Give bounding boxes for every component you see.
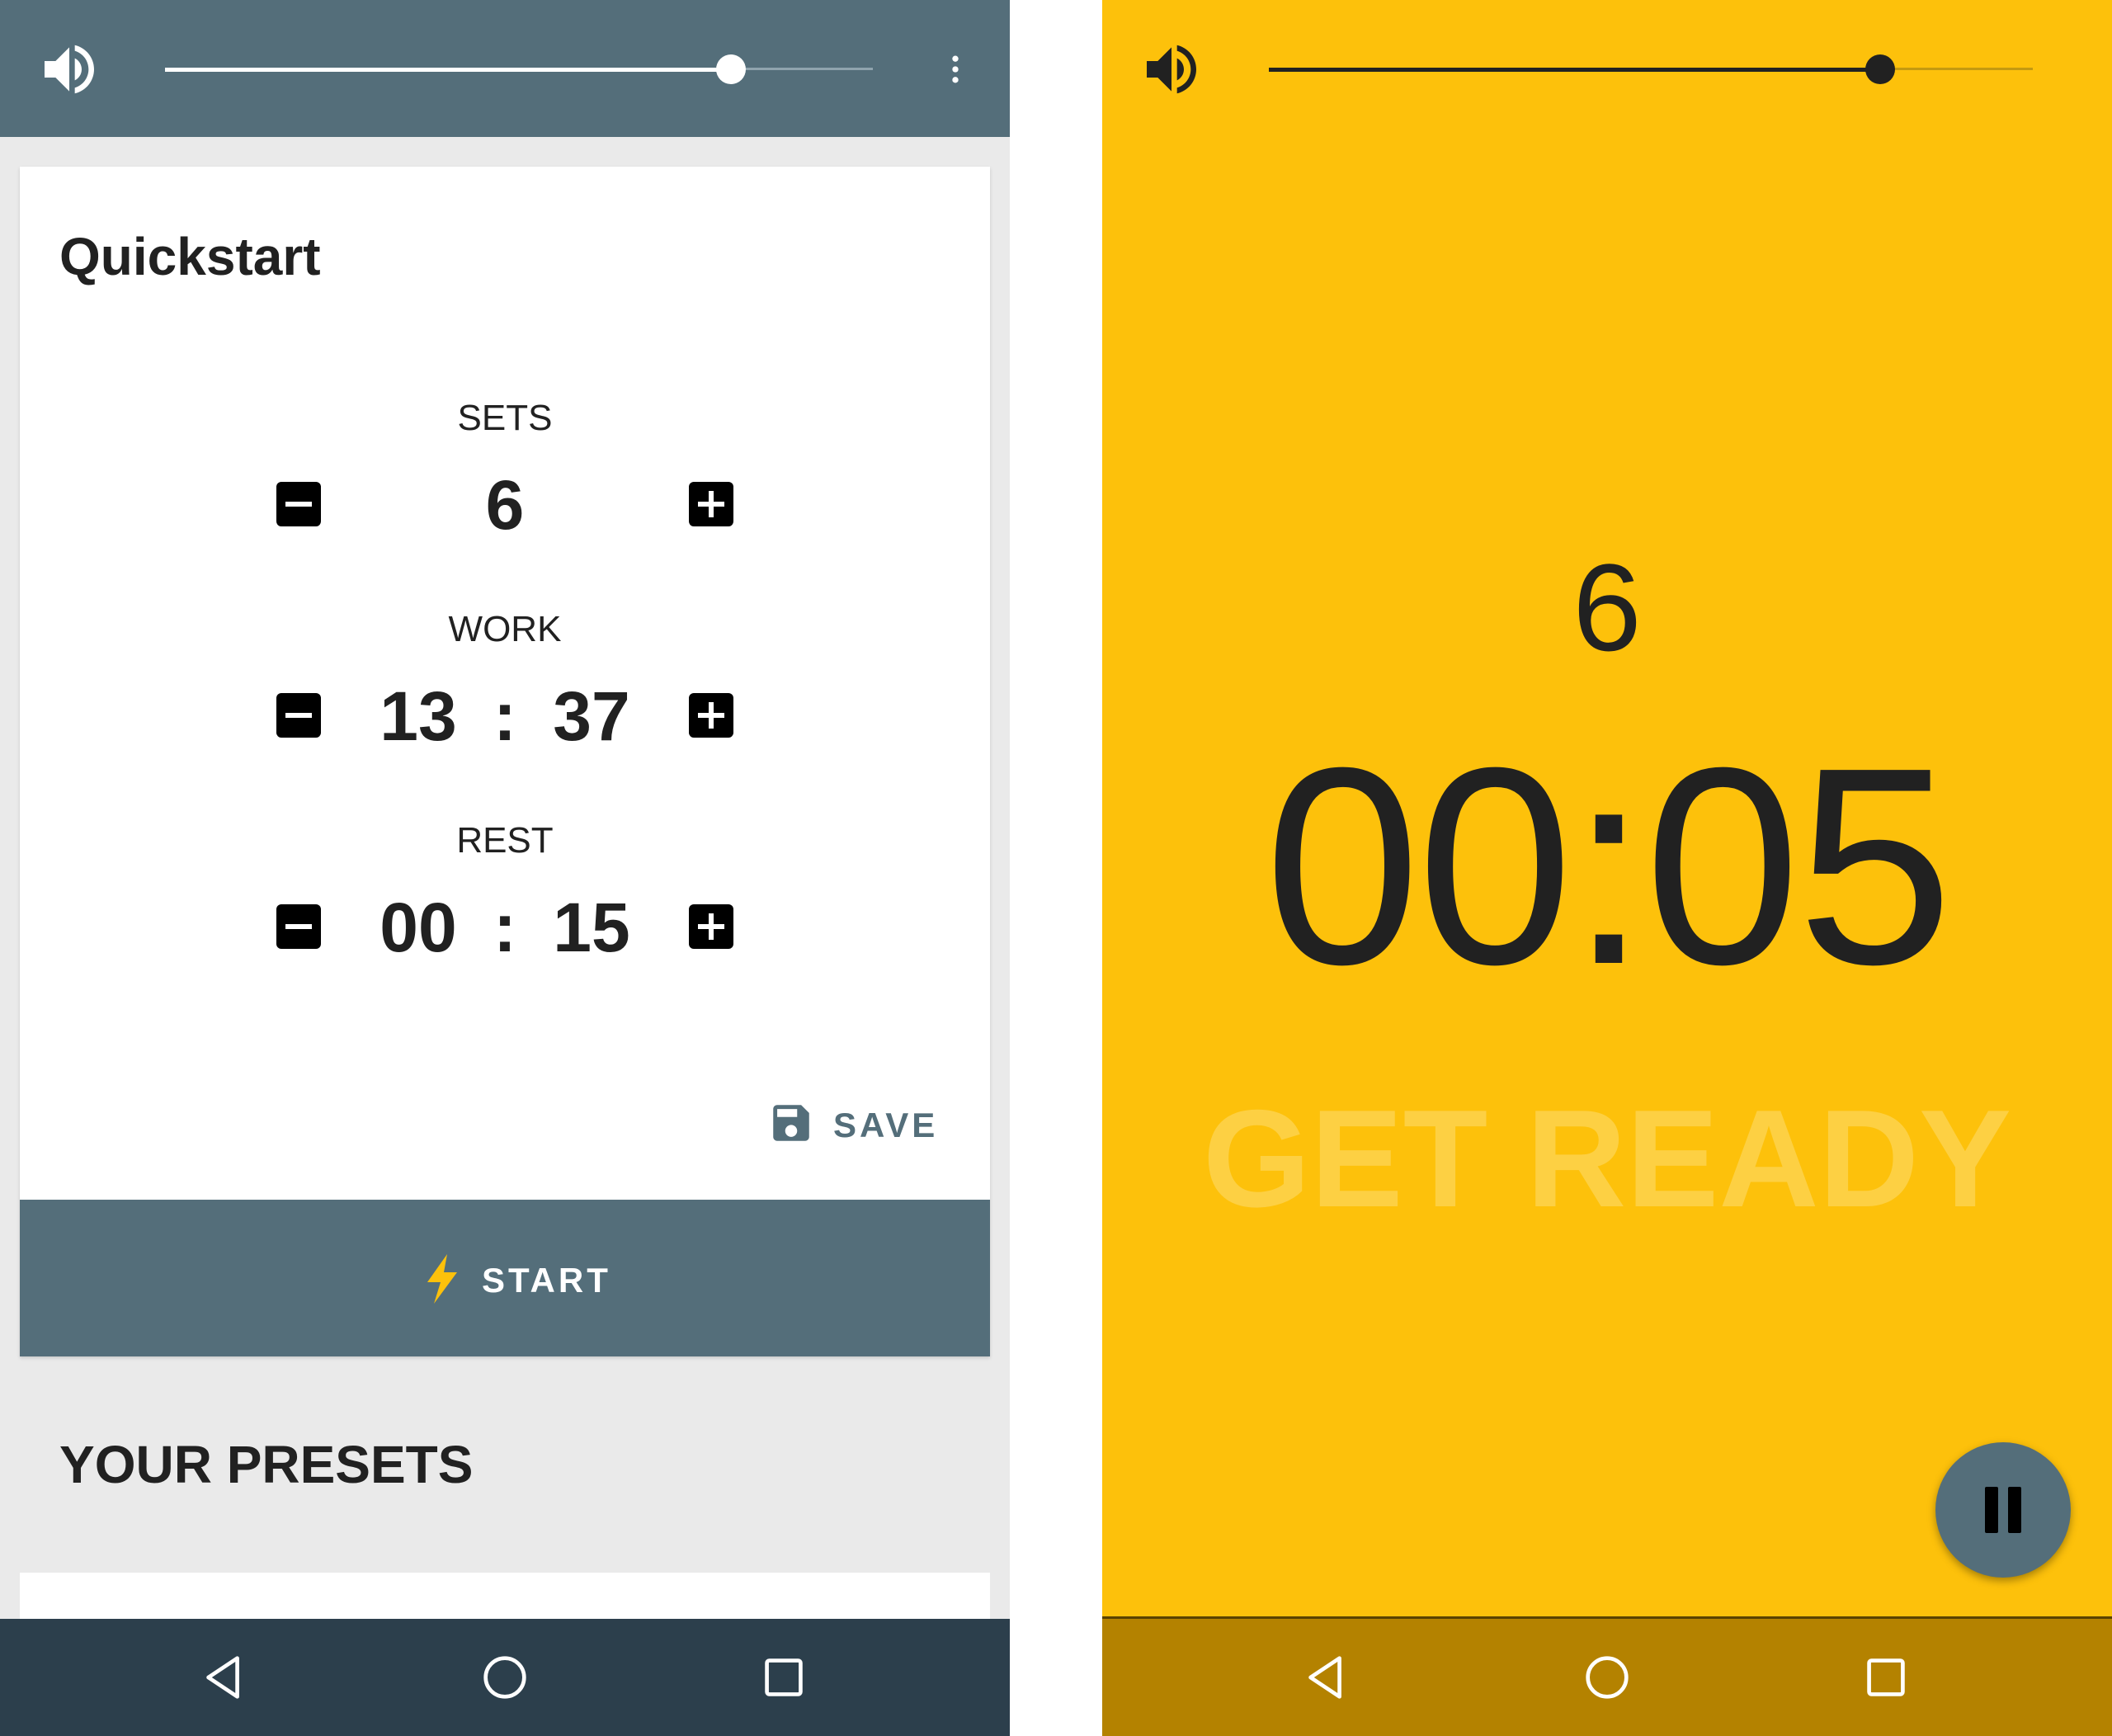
sets-value: 6 bbox=[485, 466, 525, 544]
sets-label: SETS bbox=[457, 398, 553, 438]
system-nav-bar bbox=[1102, 1616, 2112, 1736]
sets-increment-button[interactable] bbox=[689, 482, 733, 526]
quickstart-title: Quickstart bbox=[59, 227, 321, 286]
lightning-bolt-icon bbox=[427, 1254, 457, 1304]
volume-slider-active-track bbox=[1269, 68, 1880, 72]
start-label: START bbox=[482, 1261, 611, 1300]
work-label: WORK bbox=[448, 609, 562, 649]
system-nav-bar bbox=[0, 1619, 1010, 1736]
start-button[interactable]: START bbox=[20, 1200, 990, 1356]
timer-screen: 6 00:05 GET READY bbox=[1102, 0, 2112, 1736]
home-icon[interactable] bbox=[476, 1649, 534, 1706]
volume-slider-active-track bbox=[165, 68, 731, 72]
rest-separator: : bbox=[493, 889, 516, 966]
countdown-timer: 00:05 bbox=[1264, 710, 1954, 1023]
presets-heading: YOUR PRESETS bbox=[59, 1435, 474, 1494]
back-icon[interactable] bbox=[196, 1649, 254, 1706]
preset-card[interactable] bbox=[20, 1573, 990, 1622]
phase-label: GET READY bbox=[1202, 1081, 2012, 1236]
home-icon[interactable] bbox=[1578, 1649, 1636, 1706]
rest-seconds[interactable]: 15 bbox=[530, 888, 653, 968]
volume-slider-inactive-track bbox=[1880, 68, 2033, 70]
recents-icon[interactable] bbox=[755, 1649, 813, 1706]
volume-slider[interactable] bbox=[1269, 54, 2033, 84]
floppy-disk-icon bbox=[773, 1105, 809, 1141]
quickstart-screen: Quickstart SETS 6 WORK 13:37 REST 00:15 bbox=[0, 0, 1010, 1736]
volume-slider-thumb[interactable] bbox=[716, 54, 746, 84]
work-time: 13:37 bbox=[20, 677, 990, 757]
more-vert-icon[interactable] bbox=[937, 43, 974, 96]
rest-time: 00:15 bbox=[20, 888, 990, 968]
rest-increment-button[interactable] bbox=[689, 904, 733, 949]
rest-minutes[interactable]: 00 bbox=[356, 888, 480, 968]
back-icon[interactable] bbox=[1299, 1649, 1356, 1706]
quickstart-card: Quickstart SETS 6 WORK 13:37 REST 00:15 bbox=[20, 167, 990, 1356]
toolbar bbox=[0, 0, 1010, 137]
recents-icon[interactable] bbox=[1857, 1649, 1915, 1706]
volume-slider[interactable] bbox=[165, 54, 873, 84]
work-seconds[interactable]: 37 bbox=[530, 677, 653, 757]
save-label: SAVE bbox=[833, 1106, 939, 1144]
work-minutes[interactable]: 13 bbox=[356, 677, 480, 757]
current-set: 6 bbox=[1572, 538, 1642, 677]
volume-up-icon[interactable] bbox=[1138, 36, 1204, 102]
rest-label: REST bbox=[456, 820, 554, 861]
volume-slider-thumb[interactable] bbox=[1865, 54, 1895, 84]
volume-slider-inactive-track bbox=[731, 68, 873, 70]
pause-button[interactable] bbox=[1935, 1442, 2071, 1578]
save-button[interactable]: SAVE bbox=[767, 1094, 965, 1152]
work-separator: : bbox=[493, 677, 516, 755]
volume-up-icon[interactable] bbox=[36, 36, 102, 102]
work-increment-button[interactable] bbox=[689, 693, 733, 738]
